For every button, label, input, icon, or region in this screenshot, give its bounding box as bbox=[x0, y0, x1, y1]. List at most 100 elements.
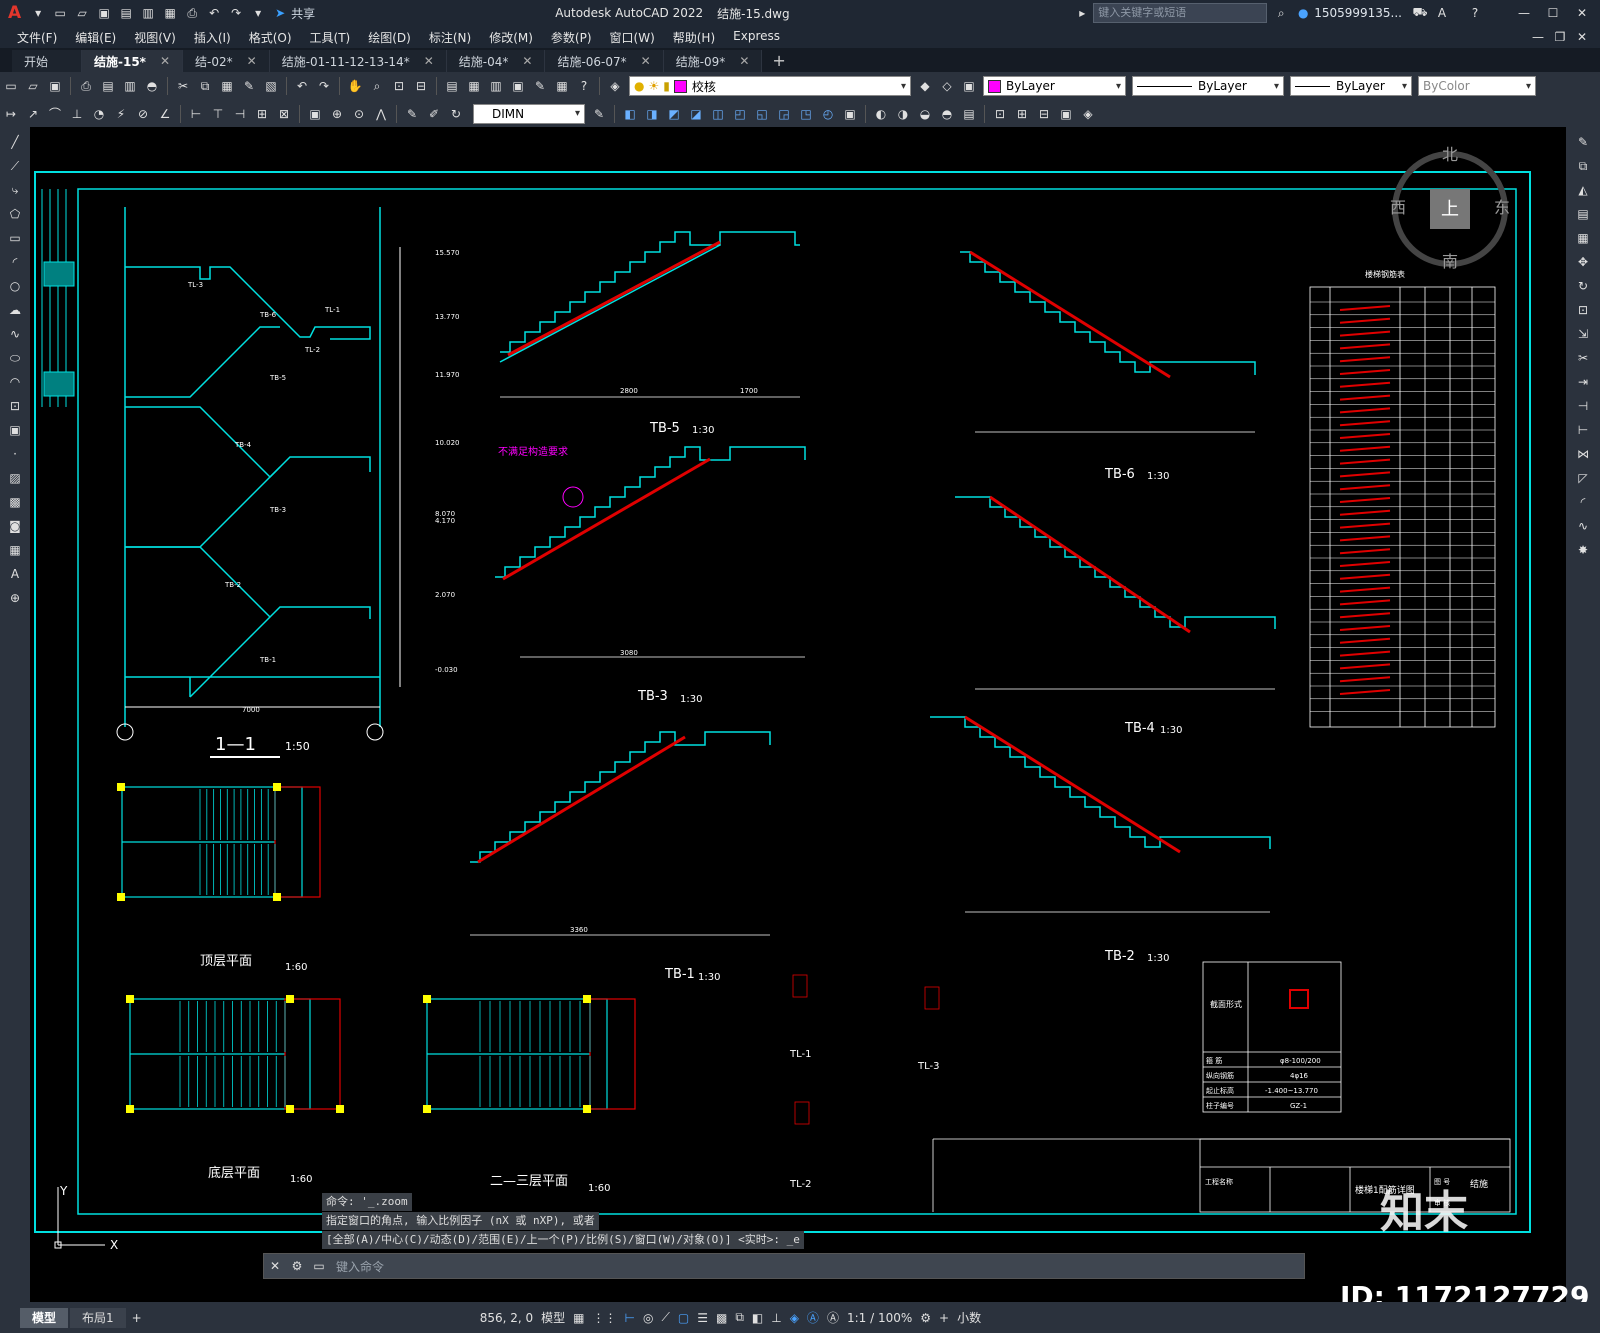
paste-icon[interactable]: ▦ bbox=[219, 78, 235, 94]
close-cmd-icon[interactable]: ✕ bbox=[267, 1258, 283, 1274]
menu-item-6[interactable]: 绘图(D) bbox=[359, 29, 420, 46]
tool-palettes-icon[interactable]: ▥ bbox=[488, 78, 504, 94]
angular-icon[interactable]: ∠ bbox=[157, 106, 173, 122]
blend-icon[interactable]: ∿ bbox=[1574, 517, 1592, 535]
menu-item-11[interactable]: 帮助(H) bbox=[664, 29, 724, 46]
visual-style-real-icon[interactable]: ◒ bbox=[917, 106, 933, 122]
file-tab-3[interactable]: 结施-01-11-12-13-14* ✕ bbox=[269, 50, 447, 72]
offset-icon[interactable]: ▤ bbox=[1574, 205, 1592, 223]
trim-icon[interactable]: ✂ bbox=[1574, 349, 1592, 367]
isodraft-icon[interactable]: ⟋ bbox=[661, 1310, 669, 1325]
view-ne-icon[interactable]: ◳ bbox=[798, 106, 814, 122]
layer-state-icon[interactable]: ▣ bbox=[961, 78, 977, 94]
user-name[interactable]: 1505999135... bbox=[1314, 6, 1402, 20]
plotstyle-combo[interactable]: ByColor ▾ bbox=[1418, 76, 1536, 96]
baseline-icon[interactable]: ⊤ bbox=[210, 106, 226, 122]
ucs-icon[interactable]: ⊡ bbox=[992, 106, 1008, 122]
customize-icon[interactable]: ▾ bbox=[250, 5, 266, 21]
insert-block-icon[interactable]: ⊡ bbox=[6, 397, 24, 415]
ellipse-icon[interactable]: ⬭ bbox=[6, 349, 24, 367]
print-icon[interactable]: ⎙ bbox=[184, 5, 200, 21]
help-icon[interactable]: ? bbox=[576, 78, 592, 94]
auto-scale-icon[interactable]: Ⓐ bbox=[827, 1309, 839, 1326]
layout1-tab[interactable]: 布局1 bbox=[70, 1307, 126, 1328]
move-icon[interactable]: ✥ bbox=[1574, 253, 1592, 271]
drawing-canvas[interactable]: 北 南 西 东 上 1—1 1:50 7000 TL-3 TL-1 TL-2 T… bbox=[30, 127, 1566, 1302]
menu-item-10[interactable]: 窗口(W) bbox=[601, 29, 664, 46]
units-selector[interactable]: 小数 bbox=[957, 1309, 981, 1326]
rectangle-icon[interactable]: ▭ bbox=[6, 229, 24, 247]
hatch-icon[interactable]: ▨ bbox=[6, 469, 24, 487]
file-tab-4[interactable]: 结施-04* ✕ bbox=[446, 50, 546, 72]
dimtedit-icon[interactable]: ✐ bbox=[426, 106, 442, 122]
tab-close-icon[interactable]: ✕ bbox=[424, 54, 434, 68]
grid-icon[interactable]: ▦ bbox=[573, 1311, 584, 1325]
circle-icon[interactable]: ○ bbox=[6, 277, 24, 295]
save-as-icon[interactable]: ▤ bbox=[118, 5, 134, 21]
sheet-set-icon[interactable]: ▣ bbox=[510, 78, 526, 94]
linear-dim-icon[interactable]: ↦ bbox=[3, 106, 19, 122]
share-icon[interactable]: ▦ bbox=[162, 5, 178, 21]
view-sw-icon[interactable]: ◱ bbox=[754, 106, 770, 122]
continue-icon[interactable]: ⊣ bbox=[232, 106, 248, 122]
wrench-icon[interactable]: ⚙ bbox=[289, 1258, 305, 1274]
preview-icon[interactable]: ▤ bbox=[100, 78, 116, 94]
tab-close-icon[interactable]: ✕ bbox=[522, 54, 532, 68]
undo-icon[interactable]: ↶ bbox=[294, 78, 310, 94]
layer-manager-icon[interactable]: ◈ bbox=[607, 78, 623, 94]
ortho-icon[interactable]: ⊢ bbox=[625, 1311, 635, 1325]
close-icon[interactable]: ✕ bbox=[1574, 5, 1590, 21]
file-tab-0[interactable]: 开始 bbox=[12, 50, 82, 72]
tab-close-icon[interactable]: ✕ bbox=[641, 54, 651, 68]
redo-icon[interactable]: ↷ bbox=[316, 78, 332, 94]
linetype-combo[interactable]: ByLayer ▾ bbox=[1132, 76, 1284, 96]
join-icon[interactable]: ⋈ bbox=[1574, 445, 1592, 463]
ucs-object-icon[interactable]: ◈ bbox=[1080, 106, 1096, 122]
model-space-button[interactable]: 模型 bbox=[541, 1309, 565, 1326]
tolerance-icon[interactable]: ▣ bbox=[307, 106, 323, 122]
layer-combo[interactable]: ● ☀ ▮ 校核 ▾ bbox=[629, 76, 911, 96]
view-front-icon[interactable]: ◫ bbox=[710, 106, 726, 122]
dyn-ucs-icon[interactable]: ⊥ bbox=[771, 1311, 781, 1325]
mtext-icon[interactable]: A bbox=[6, 565, 24, 583]
revcloud-icon[interactable]: ☁ bbox=[6, 301, 24, 319]
selection-cycling-icon[interactable]: ⧉ bbox=[735, 1310, 744, 1325]
view-left-icon[interactable]: ◩ bbox=[666, 106, 682, 122]
lineweight-icon[interactable]: ☰ bbox=[697, 1311, 708, 1325]
chamfer-icon[interactable]: ◸ bbox=[1574, 469, 1592, 487]
visual-style-2d-icon[interactable]: ◐ bbox=[873, 106, 889, 122]
line-icon[interactable]: ╱ bbox=[6, 133, 24, 151]
new-icon[interactable]: ▭ bbox=[3, 78, 19, 94]
markup-icon[interactable]: ✎ bbox=[532, 78, 548, 94]
maximize-icon[interactable]: ☐ bbox=[1545, 5, 1561, 21]
diameter-icon[interactable]: ⊘ bbox=[135, 106, 151, 122]
workspace-gear-icon[interactable]: ⚙ bbox=[920, 1311, 931, 1325]
add-layout-button[interactable]: + bbox=[132, 1311, 142, 1325]
array-icon[interactable]: ▦ bbox=[1574, 229, 1592, 247]
rotate-icon[interactable]: ↻ bbox=[1574, 277, 1592, 295]
autodesk-a360-icon[interactable]: A bbox=[1434, 5, 1450, 21]
dimedit-icon[interactable]: ✎ bbox=[404, 106, 420, 122]
inspect-icon[interactable]: ⊙ bbox=[351, 106, 367, 122]
copy-icon[interactable]: ⧉ bbox=[1574, 157, 1592, 175]
transparency-icon[interactable]: ▩ bbox=[716, 1311, 727, 1325]
3dosnap-icon[interactable]: ◧ bbox=[752, 1311, 763, 1325]
stretch-icon[interactable]: ⇲ bbox=[1574, 325, 1592, 343]
file-tab-1[interactable]: 结施-15* ✕ bbox=[82, 50, 184, 72]
break-point-icon[interactable]: ⊣ bbox=[1574, 397, 1592, 415]
osnap-icon[interactable]: ▢ bbox=[678, 1311, 689, 1325]
point-icon[interactable]: · bbox=[6, 445, 24, 463]
save-icon[interactable]: ▣ bbox=[96, 5, 112, 21]
make-current-icon[interactable]: ◆ bbox=[917, 78, 933, 94]
menu-item-7[interactable]: 标注(N) bbox=[420, 29, 480, 46]
dimstyle-manager-icon[interactable]: ✎ bbox=[591, 106, 607, 122]
ucs-face-icon[interactable]: ▣ bbox=[1058, 106, 1074, 122]
ordinate-icon[interactable]: ⊥ bbox=[69, 106, 85, 122]
menu-item-5[interactable]: 工具(T) bbox=[301, 29, 360, 46]
publish-icon[interactable]: ▥ bbox=[122, 78, 138, 94]
minimize-icon[interactable]: — bbox=[1516, 5, 1532, 21]
properties-icon[interactable]: ▤ bbox=[444, 78, 460, 94]
gradient-icon[interactable]: ▩ bbox=[6, 493, 24, 511]
polyline-icon[interactable]: ⤷ bbox=[6, 181, 24, 199]
add-selected-icon[interactable]: ⊕ bbox=[6, 589, 24, 607]
